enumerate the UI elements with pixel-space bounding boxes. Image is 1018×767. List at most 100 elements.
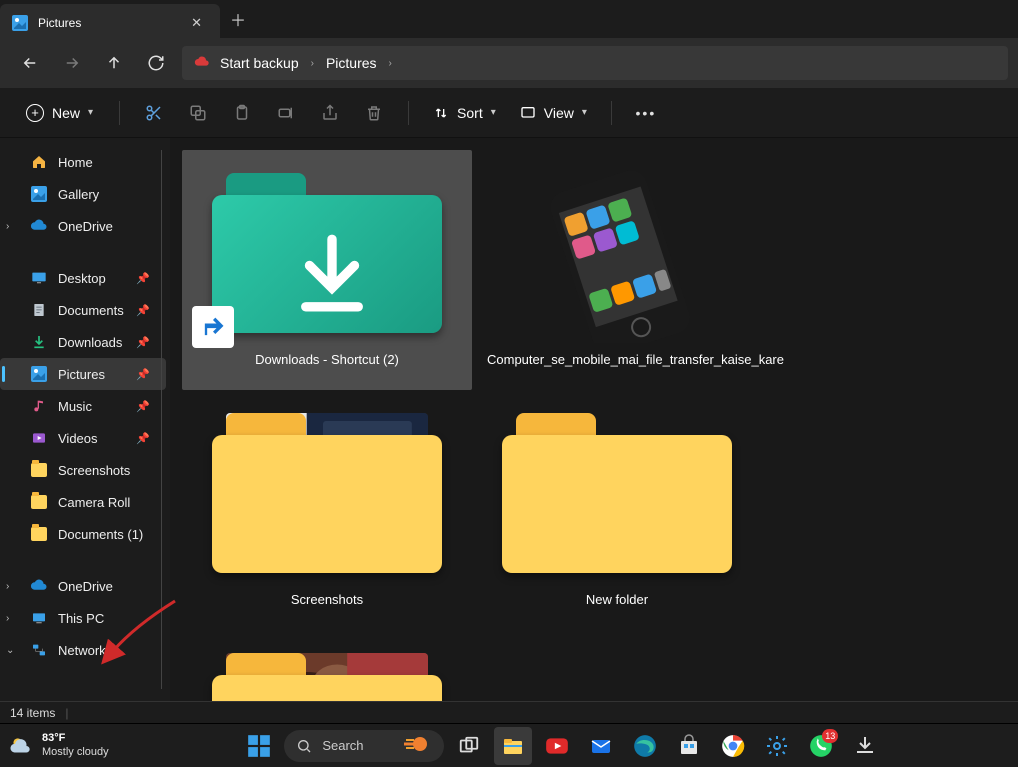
onedrive-icon bbox=[30, 577, 48, 595]
mail-button[interactable] bbox=[582, 727, 620, 765]
videos-icon bbox=[30, 429, 48, 447]
home-icon bbox=[30, 153, 48, 171]
edge-button[interactable] bbox=[626, 727, 664, 765]
breadcrumb[interactable]: Start backup › Pictures › bbox=[182, 46, 1008, 80]
sidebar-item-cameraroll[interactable]: Camera Roll bbox=[0, 486, 166, 518]
sidebar-item-home[interactable]: Home bbox=[0, 146, 166, 178]
tab-title: Pictures bbox=[38, 16, 181, 30]
sidebar-item-network[interactable]: ⌄ Network bbox=[0, 634, 166, 666]
sidebar-item-gallery[interactable]: Gallery bbox=[0, 178, 166, 210]
window-tab[interactable]: Pictures ✕ bbox=[0, 4, 220, 42]
file-tile[interactable]: Computer_se_mobile_mai_file_transfer_kai… bbox=[472, 150, 762, 390]
store-button[interactable] bbox=[670, 727, 708, 765]
divider bbox=[119, 101, 120, 125]
divider bbox=[408, 101, 409, 125]
chevron-down-icon: ⌄ bbox=[6, 645, 14, 656]
onedrive-backup-icon bbox=[192, 53, 212, 73]
whatsapp-button[interactable]: 13 bbox=[802, 727, 840, 765]
sort-button[interactable]: Sort ▾ bbox=[423, 96, 506, 130]
music-icon bbox=[30, 397, 48, 415]
pin-icon: 📌 bbox=[136, 368, 150, 381]
pin-icon: 📌 bbox=[136, 432, 150, 445]
chevron-right-icon: › bbox=[307, 58, 318, 69]
sidebar-item-thispc[interactable]: › This PC bbox=[0, 602, 166, 634]
thispc-icon bbox=[30, 609, 48, 627]
copy-button[interactable] bbox=[178, 93, 218, 133]
paste-button[interactable] bbox=[222, 93, 262, 133]
weather-temp: 83°F bbox=[42, 732, 109, 745]
up-button[interactable] bbox=[94, 43, 134, 83]
chrome-button[interactable] bbox=[714, 727, 752, 765]
sort-label: Sort bbox=[457, 105, 483, 121]
chevron-down-icon: ▾ bbox=[491, 107, 496, 118]
sidebar-item-videos[interactable]: Videos 📌 bbox=[0, 422, 166, 454]
sidebar-item-documents1[interactable]: Documents (1) bbox=[0, 518, 166, 550]
file-tile[interactable]: Screenshots bbox=[182, 390, 472, 630]
chevron-down-icon: ▾ bbox=[88, 107, 93, 118]
shortcut-overlay-icon bbox=[192, 306, 234, 348]
folder-thumb-icon bbox=[212, 173, 442, 333]
weather-cond: Mostly cloudy bbox=[42, 746, 109, 759]
file-name: Computer_se_mobile_mai_file_transfer_kai… bbox=[487, 352, 747, 369]
view-button[interactable]: View ▾ bbox=[510, 96, 597, 130]
share-button[interactable] bbox=[310, 93, 350, 133]
file-name: New folder bbox=[586, 592, 648, 609]
chevron-right-icon: › bbox=[6, 613, 9, 624]
folder-icon bbox=[30, 525, 48, 543]
chevron-right-icon: › bbox=[6, 221, 9, 232]
sidebar-item-pictures[interactable]: Pictures 📌 bbox=[0, 358, 166, 390]
file-name: Screenshots bbox=[291, 592, 363, 609]
taskview-button[interactable] bbox=[450, 727, 488, 765]
back-button[interactable] bbox=[10, 43, 50, 83]
refresh-button[interactable] bbox=[136, 43, 176, 83]
chevron-down-icon: ▾ bbox=[582, 107, 587, 118]
downloads-tray-button[interactable] bbox=[846, 727, 884, 765]
documents-icon bbox=[30, 301, 48, 319]
pin-icon: 📌 bbox=[136, 304, 150, 317]
plus-icon: + bbox=[26, 104, 44, 122]
delete-button[interactable] bbox=[354, 93, 394, 133]
folder-thumb-icon bbox=[502, 413, 732, 573]
taskbar-search[interactable]: Search bbox=[284, 730, 444, 762]
sidebar-item-onedrive-2[interactable]: › OneDrive bbox=[0, 570, 166, 602]
sidebar-item-downloads[interactable]: Downloads 📌 bbox=[0, 326, 166, 358]
pictures-icon bbox=[30, 365, 48, 383]
pin-icon: 📌 bbox=[136, 272, 150, 285]
rename-button[interactable] bbox=[266, 93, 306, 133]
pictures-icon bbox=[12, 15, 28, 31]
breadcrumb-pictures[interactable]: Pictures bbox=[320, 55, 383, 71]
new-tab-button[interactable]: ＋ bbox=[220, 0, 256, 38]
sidebar-item-screenshots[interactable]: Screenshots bbox=[0, 454, 166, 486]
notification-badge: 13 bbox=[822, 729, 838, 743]
folder-icon bbox=[30, 493, 48, 511]
search-placeholder: Search bbox=[322, 738, 363, 753]
weather-widget[interactable]: 83°F Mostly cloudy bbox=[8, 732, 109, 758]
divider bbox=[611, 101, 612, 125]
start-button[interactable] bbox=[240, 727, 278, 765]
sidebar-item-onedrive[interactable]: › OneDrive bbox=[0, 210, 166, 242]
sidebar: Home Gallery › OneDrive Desktop 📌 Docume… bbox=[0, 138, 170, 701]
youtube-button[interactable] bbox=[538, 727, 576, 765]
sidebar-item-desktop[interactable]: Desktop 📌 bbox=[0, 262, 166, 294]
new-button[interactable]: + New ▾ bbox=[14, 96, 105, 130]
settings-button[interactable] bbox=[758, 727, 796, 765]
weather-icon bbox=[8, 733, 34, 759]
close-tab-icon[interactable]: ✕ bbox=[191, 15, 202, 31]
explorer-button[interactable] bbox=[494, 727, 532, 765]
cut-button[interactable] bbox=[134, 93, 174, 133]
view-icon bbox=[520, 105, 536, 121]
sidebar-item-music[interactable]: Music 📌 bbox=[0, 390, 166, 422]
file-name: Downloads - Shortcut (2) bbox=[255, 352, 399, 369]
file-tile[interactable]: Downloads - Shortcut (2) bbox=[182, 150, 472, 390]
gallery-icon bbox=[30, 185, 48, 203]
file-tile[interactable]: Camera Roll bbox=[182, 630, 472, 701]
forward-button[interactable] bbox=[52, 43, 92, 83]
more-button[interactable]: ••• bbox=[626, 93, 666, 133]
status-count: 14 items bbox=[10, 706, 55, 720]
sidebar-item-documents[interactable]: Documents 📌 bbox=[0, 294, 166, 326]
taskbar: 83°F Mostly cloudy Search 13 bbox=[0, 723, 1018, 767]
image-thumb-icon bbox=[512, 163, 722, 343]
file-tile[interactable]: New folder bbox=[472, 390, 762, 630]
breadcrumb-backup[interactable]: Start backup bbox=[214, 55, 305, 71]
folder-thumb-icon bbox=[212, 653, 442, 701]
